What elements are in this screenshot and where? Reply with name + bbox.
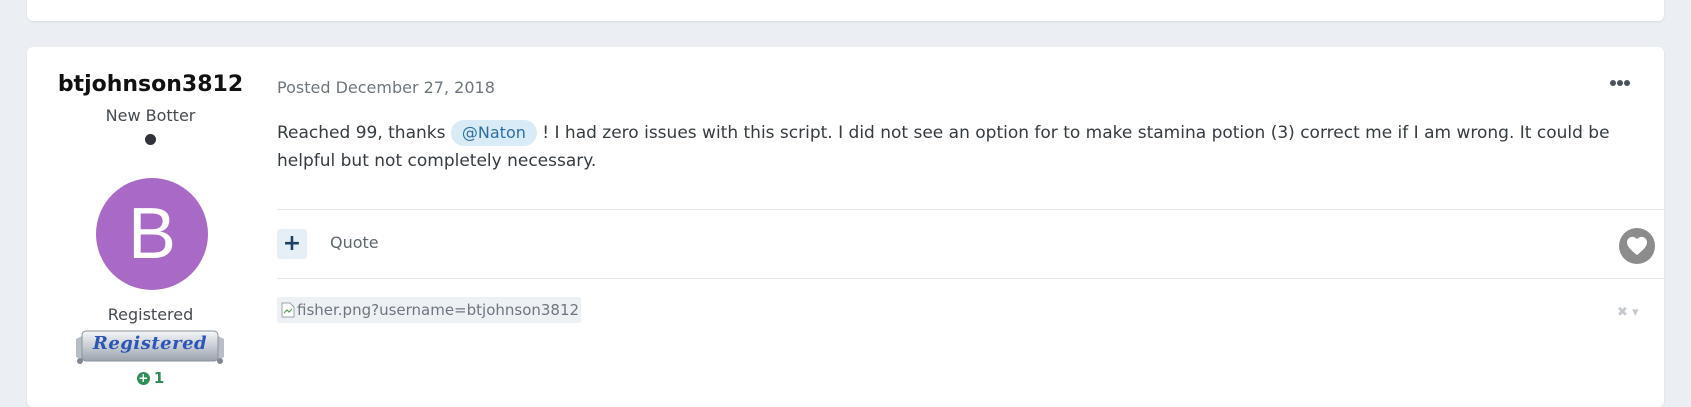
post-date[interactable]: Posted December 27, 2018 <box>277 78 495 97</box>
more-options-icon[interactable] <box>1607 74 1633 86</box>
post-text-start: Reached 99, thanks <box>277 123 451 143</box>
badge-text: Registered <box>92 333 208 354</box>
like-button[interactable] <box>1619 228 1655 264</box>
online-status-icon <box>145 134 156 145</box>
author-group: Registered <box>107 305 194 324</box>
avatar[interactable]: B <box>96 178 208 290</box>
multiquote-add-button[interactable]: + <box>277 229 307 259</box>
post-card: btjohnson3812 New Botter B Registered Re… <box>27 47 1667 407</box>
reputation-badge[interactable]: +1 <box>27 369 274 387</box>
signature-image: fisher.png?username=btjohnson3812 <box>277 297 582 323</box>
plus-circle-icon: + <box>136 371 150 385</box>
quote-button[interactable]: Quote <box>330 233 379 252</box>
group-badge-image: Registered <box>74 327 226 367</box>
signature-alt-text: fisher.png?username=btjohnson3812 <box>297 301 580 319</box>
previous-post-card <box>27 0 1664 21</box>
divider <box>277 209 1667 210</box>
author-title: New Botter <box>105 106 196 125</box>
post-content: Reached 99, thanks @Naton ! I had zero i… <box>277 119 1667 175</box>
reputation-count: 1 <box>153 369 165 387</box>
divider <box>277 278 1667 279</box>
signature-controls[interactable]: ✖ ▾ <box>1617 305 1639 320</box>
chevron-down-icon[interactable]: ▾ <box>1632 305 1639 320</box>
user-mention-link[interactable]: @Naton <box>450 120 537 146</box>
broken-image-icon <box>281 302 295 318</box>
close-icon[interactable]: ✖ <box>1617 305 1628 320</box>
heart-icon <box>1627 236 1647 256</box>
author-name-link[interactable]: btjohnson3812 <box>27 72 274 97</box>
